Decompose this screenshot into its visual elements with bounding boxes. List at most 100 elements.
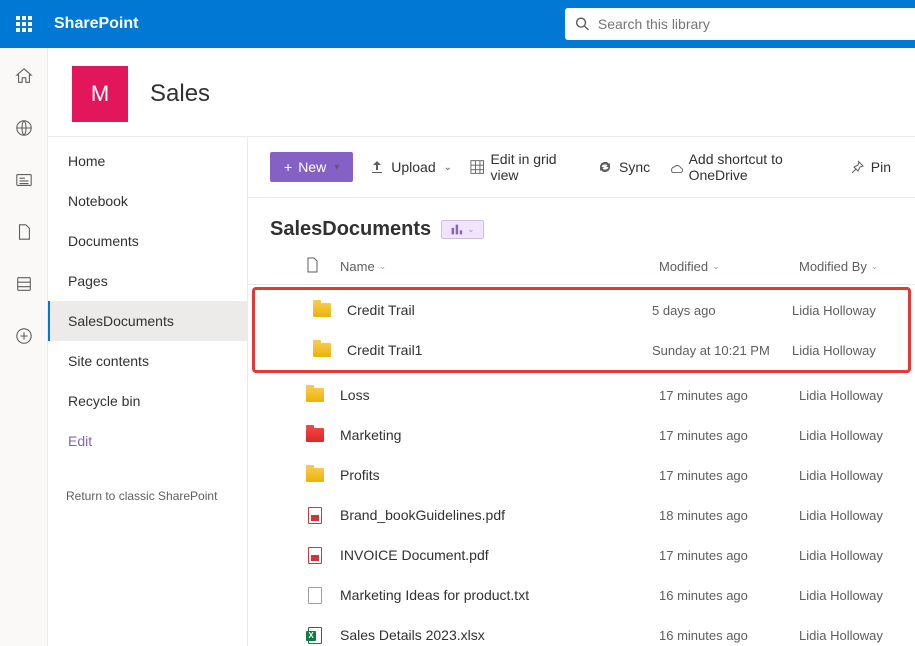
row-name[interactable]: Brand_bookGuidelines.pdf bbox=[340, 507, 659, 523]
chevron-down-icon: ⌄ bbox=[871, 261, 879, 272]
shortcut-button[interactable]: Add shortcut to OneDrive bbox=[666, 147, 833, 187]
row-modifiedby[interactable]: Lidia Holloway bbox=[792, 303, 886, 318]
chevron-down-icon: ⌄ bbox=[712, 261, 720, 272]
row-name[interactable]: Credit Trail1 bbox=[347, 342, 652, 358]
row-modified: 17 minutes ago bbox=[659, 548, 799, 563]
row-name[interactable]: Sales Details 2023.xlsx bbox=[340, 627, 659, 643]
chevron-down-icon: ▾ bbox=[334, 162, 339, 173]
rail-home-icon[interactable] bbox=[8, 60, 40, 92]
rail-globe-icon[interactable] bbox=[8, 112, 40, 144]
search-input[interactable] bbox=[598, 16, 905, 32]
search-box[interactable] bbox=[565, 8, 915, 40]
row-name[interactable]: INVOICE Document.pdf bbox=[340, 547, 659, 563]
chevron-down-icon: ⌄ bbox=[379, 261, 387, 272]
txt-icon bbox=[306, 587, 324, 603]
chevron-down-icon: ⌄ bbox=[467, 224, 475, 235]
suite-bar: SharePoint bbox=[0, 0, 915, 48]
highlight-box: Credit Trail 5 days ago Lidia Holloway C… bbox=[252, 287, 911, 373]
table-row[interactable]: Credit Trail1 Sunday at 10:21 PM Lidia H… bbox=[277, 330, 886, 370]
folder-icon bbox=[306, 387, 324, 403]
folder-icon bbox=[313, 302, 331, 318]
layout: M Sales Home Notebook Documents Pages Sa… bbox=[0, 48, 915, 646]
table-row[interactable]: INVOICE Document.pdf 17 minutes ago Lidi… bbox=[270, 535, 893, 575]
library-title: SalesDocuments bbox=[270, 218, 431, 241]
row-modified: 16 minutes ago bbox=[659, 628, 799, 643]
row-modified: 16 minutes ago bbox=[659, 588, 799, 603]
new-label: New bbox=[298, 159, 326, 175]
row-modifiedby[interactable]: Lidia Holloway bbox=[799, 428, 893, 443]
chevron-down-icon: ⌄ bbox=[444, 162, 452, 173]
row-modified: 17 minutes ago bbox=[659, 428, 799, 443]
return-classic-link[interactable]: Return to classic SharePoint bbox=[48, 461, 247, 503]
upload-button[interactable]: Upload ⌄ bbox=[367, 155, 454, 179]
col-modifiedby-header[interactable]: Modified By⌄ bbox=[799, 259, 893, 274]
table-row[interactable]: Profits 17 minutes ago Lidia Holloway bbox=[270, 455, 893, 495]
col-name-header[interactable]: Name⌄ bbox=[340, 259, 659, 274]
row-modifiedby[interactable]: Lidia Holloway bbox=[799, 548, 893, 563]
view-selector[interactable]: ⌄ bbox=[441, 220, 484, 239]
row-modified: 17 minutes ago bbox=[659, 388, 799, 403]
app-name: SharePoint bbox=[54, 15, 138, 33]
row-modifiedby[interactable]: Lidia Holloway bbox=[799, 588, 893, 603]
row-modifiedby[interactable]: Lidia Holloway bbox=[792, 343, 886, 358]
waffle-icon bbox=[16, 16, 32, 32]
table-row[interactable]: Brand_bookGuidelines.pdf 18 minutes ago … bbox=[270, 495, 893, 535]
nav-home[interactable]: Home bbox=[48, 141, 247, 181]
nav-notebook[interactable]: Notebook bbox=[48, 181, 247, 221]
row-modifiedby[interactable]: Lidia Holloway bbox=[799, 508, 893, 523]
table-row[interactable]: Credit Trail 5 days ago Lidia Holloway bbox=[277, 290, 886, 330]
command-bar: + New ▾ Upload ⌄ Edit in grid view bbox=[248, 137, 915, 198]
search-icon bbox=[575, 16, 590, 32]
onedrive-icon bbox=[668, 159, 682, 175]
row-name[interactable]: Marketing Ideas for product.txt bbox=[340, 587, 659, 603]
row-modifiedby[interactable]: Lidia Holloway bbox=[799, 468, 893, 483]
library-pane: + New ▾ Upload ⌄ Edit in grid view bbox=[248, 136, 915, 646]
content-row: Home Notebook Documents Pages SalesDocum… bbox=[48, 136, 915, 646]
row-name[interactable]: Credit Trail bbox=[347, 302, 652, 318]
upload-icon bbox=[369, 159, 385, 175]
nav-recyclebin[interactable]: Recycle bin bbox=[48, 381, 247, 421]
table-row[interactable]: Sales Details 2023.xlsx 16 minutes ago L… bbox=[270, 615, 893, 646]
edit-grid-button[interactable]: Edit in grid view bbox=[468, 147, 581, 187]
nav-documents[interactable]: Documents bbox=[48, 221, 247, 261]
global-rail bbox=[0, 48, 48, 646]
row-modifiedby[interactable]: Lidia Holloway bbox=[799, 388, 893, 403]
nav-sitecontents[interactable]: Site contents bbox=[48, 341, 247, 381]
rail-lists-icon[interactable] bbox=[8, 268, 40, 300]
column-headers: Name⌄ Modified⌄ Modified By⌄ bbox=[248, 247, 915, 285]
table-row[interactable]: Marketing 17 minutes ago Lidia Holloway bbox=[270, 415, 893, 455]
pin-label: Pin bbox=[871, 159, 891, 175]
nav-salesdocuments[interactable]: SalesDocuments bbox=[48, 301, 247, 341]
sync-button[interactable]: Sync bbox=[595, 155, 652, 179]
nav-pages[interactable]: Pages bbox=[48, 261, 247, 301]
pin-icon bbox=[849, 159, 865, 175]
view-icon bbox=[450, 223, 463, 236]
folder-icon bbox=[306, 427, 324, 443]
pdf-icon bbox=[306, 507, 324, 523]
edit-grid-label: Edit in grid view bbox=[490, 151, 579, 183]
table-row[interactable]: Marketing Ideas for product.txt 16 minut… bbox=[270, 575, 893, 615]
row-name[interactable]: Loss bbox=[340, 387, 659, 403]
rail-create-icon[interactable] bbox=[8, 320, 40, 352]
rows-container: Loss 17 minutes ago Lidia Holloway Marke… bbox=[248, 375, 915, 646]
app-launcher-button[interactable] bbox=[0, 0, 48, 48]
shortcut-label: Add shortcut to OneDrive bbox=[689, 151, 831, 183]
sync-label: Sync bbox=[619, 159, 650, 175]
row-name[interactable]: Marketing bbox=[340, 427, 659, 443]
site-logo[interactable]: M bbox=[72, 66, 128, 122]
new-button[interactable]: + New ▾ bbox=[270, 152, 353, 182]
col-modified-header[interactable]: Modified⌄ bbox=[659, 259, 799, 274]
grid-icon bbox=[470, 159, 484, 175]
row-modified: 18 minutes ago bbox=[659, 508, 799, 523]
library-title-row: SalesDocuments ⌄ bbox=[248, 198, 915, 247]
nav-edit[interactable]: Edit bbox=[48, 421, 247, 461]
row-name[interactable]: Profits bbox=[340, 467, 659, 483]
row-modifiedby[interactable]: Lidia Holloway bbox=[799, 628, 893, 643]
row-modified: 5 days ago bbox=[652, 303, 792, 318]
rail-files-icon[interactable] bbox=[8, 216, 40, 248]
rail-news-icon[interactable] bbox=[8, 164, 40, 196]
table-row[interactable]: Loss 17 minutes ago Lidia Holloway bbox=[270, 375, 893, 415]
pin-button[interactable]: Pin bbox=[847, 155, 893, 179]
row-modified: 17 minutes ago bbox=[659, 468, 799, 483]
col-type-icon[interactable] bbox=[306, 257, 340, 276]
